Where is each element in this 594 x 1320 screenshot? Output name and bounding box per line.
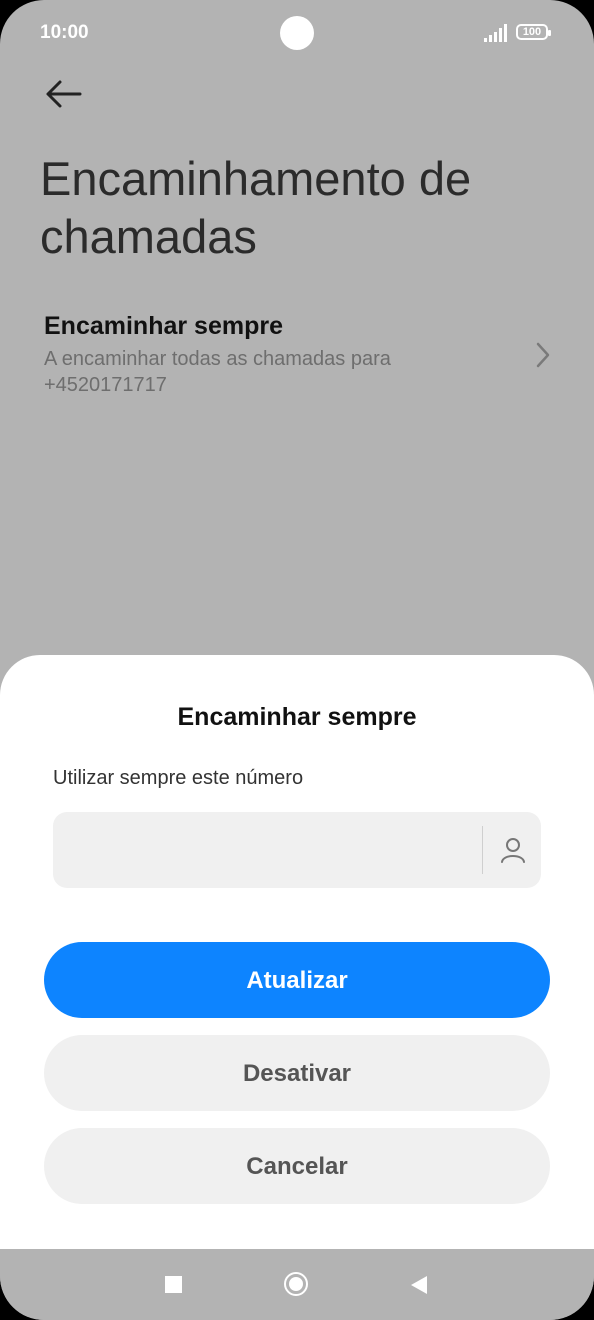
field-label: Utilizar sempre este número xyxy=(53,767,304,789)
chevron-right-icon xyxy=(536,342,550,368)
disable-button[interactable]: Desativar xyxy=(44,1035,550,1111)
dialog-title: Encaminhar sempre xyxy=(177,703,417,731)
triangle-back-icon[interactable] xyxy=(410,1275,428,1295)
navigation-bar xyxy=(0,1249,594,1320)
field-divider xyxy=(482,826,483,874)
circle-home-icon[interactable] xyxy=(284,1272,308,1296)
forward-dialog: Encaminhar sempre Utilizar sempre este n… xyxy=(0,655,594,1249)
setting-title: Encaminhar sempre xyxy=(44,312,283,340)
signal-icon xyxy=(484,24,507,42)
arrow-left-icon[interactable] xyxy=(44,76,84,112)
status-bar: 10:00 100 xyxy=(0,0,594,64)
forward-always-setting[interactable]: Encaminhar sempre A encaminhar todas as … xyxy=(44,310,554,410)
cancel-button[interactable]: Cancelar xyxy=(44,1128,550,1204)
square-icon[interactable] xyxy=(165,1276,182,1293)
number-input[interactable] xyxy=(69,812,473,890)
number-field xyxy=(53,812,541,890)
page-title: Encaminhamento de chamadas xyxy=(40,152,472,263)
update-button[interactable]: Atualizar xyxy=(44,942,550,1018)
phone-screen: 10:00 100 Encaminhamento de chamadas Enc… xyxy=(0,0,594,1320)
battery-icon: 100 xyxy=(516,24,551,40)
setting-subtitle: A encaminhar todas as chamadas para +452… xyxy=(44,348,391,396)
status-time: 10:00 xyxy=(40,22,89,43)
camera-cutout xyxy=(280,16,314,50)
person-icon[interactable] xyxy=(499,836,527,864)
